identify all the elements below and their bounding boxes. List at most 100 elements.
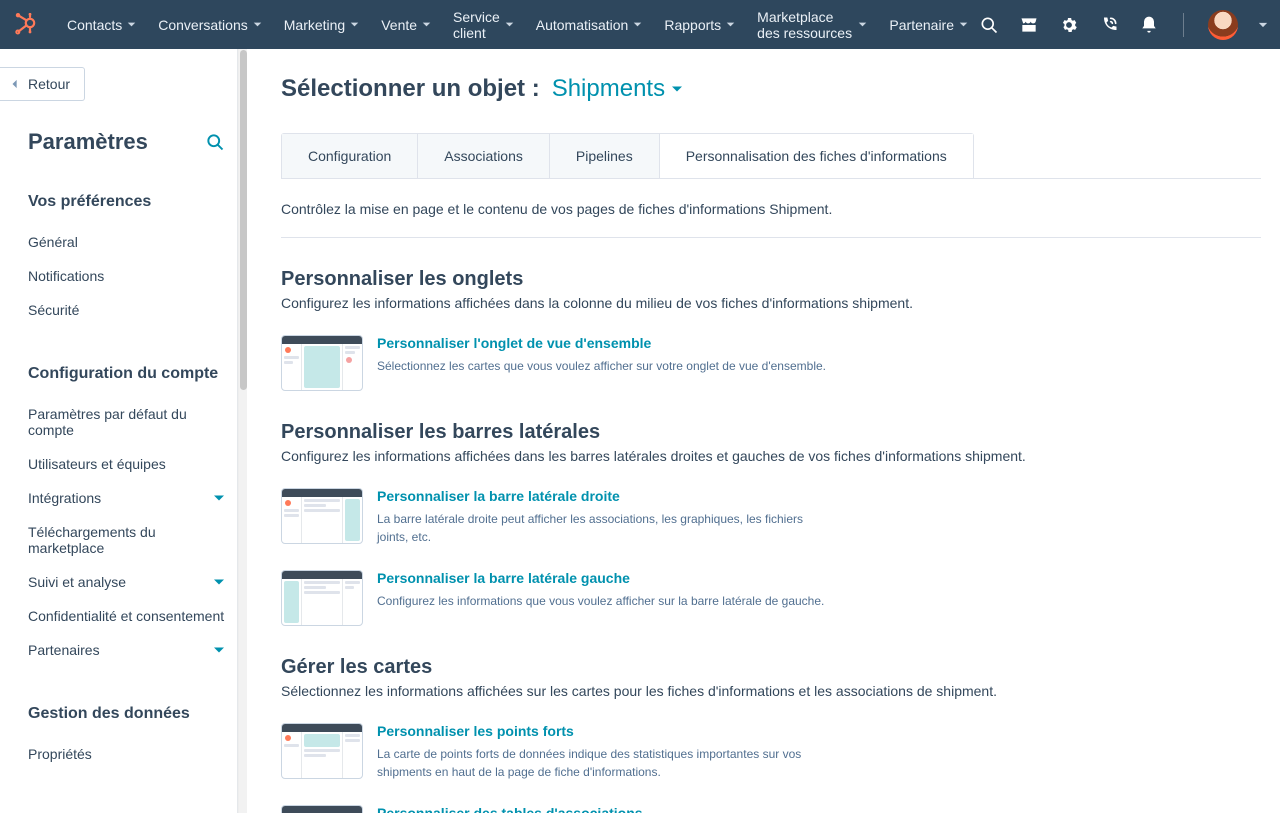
sidebar-item-label: Sécurité: [28, 302, 79, 318]
sidebar-item[interactable]: Téléchargements du marketplace: [28, 515, 225, 565]
sidebar-item[interactable]: Général: [28, 225, 225, 259]
sidebar-item-label: Utilisateurs et équipes: [28, 456, 166, 472]
tab-0[interactable]: Configuration: [282, 134, 418, 178]
chevron-down-icon: [350, 20, 359, 29]
section: Gérer les cartes Sélectionnez les informa…: [281, 656, 1261, 813]
bell-icon[interactable]: [1139, 15, 1159, 35]
card-thumbnail: [281, 805, 363, 813]
nav-item-1[interactable]: Conversations: [147, 9, 273, 41]
nav-item-7[interactable]: Marketplace des ressources: [746, 9, 878, 41]
divider: [281, 237, 1261, 238]
sidebar-item-label: Confidentialité et consentement: [28, 608, 224, 624]
tabs-container: ConfigurationAssociationsPipelinesPerson…: [281, 133, 1261, 179]
sidebar-item[interactable]: Partenaires: [28, 633, 225, 667]
chevron-down-icon: [422, 20, 431, 29]
chevron-down-icon: [959, 20, 968, 29]
nav-item-6[interactable]: Rapports: [653, 9, 746, 41]
sidebar-item[interactable]: Intégrations: [28, 481, 225, 515]
sidebar-item[interactable]: Sécurité: [28, 293, 225, 327]
section-title: Gérer les cartes: [281, 656, 1261, 679]
sidebar-search-icon[interactable]: [205, 132, 225, 152]
card-link[interactable]: Personnaliser les points forts: [377, 723, 837, 739]
sidebar-item[interactable]: Confidentialité et consentement: [28, 599, 225, 633]
nav-items: ContactsConversationsMarketingVenteServi…: [56, 9, 979, 41]
section-description: Configurez les informations affichées da…: [281, 448, 1261, 464]
sidebar-item-label: Paramètres par défaut du compte: [28, 406, 225, 438]
tab-3[interactable]: Personnalisation des fiches d'informatio…: [660, 134, 973, 178]
object-select-label: Sélectionner un objet :: [281, 75, 540, 103]
sidebar-item-label: Général: [28, 234, 78, 250]
object-selector: Sélectionner un objet : Shipments: [281, 75, 1280, 103]
card-description: La carte de points forts de données indi…: [377, 745, 837, 781]
account-chevron-icon[interactable]: [1258, 20, 1268, 30]
card-description: Configurez les informations que vous vou…: [377, 592, 824, 610]
section-title: Personnaliser les barres latérales: [281, 421, 1261, 444]
card-description: La barre latérale droite peut afficher l…: [377, 510, 837, 546]
settings-sidebar: Retour Paramètres Vos préférencesGénéral…: [0, 49, 238, 813]
marketplace-icon[interactable]: [1019, 15, 1039, 35]
sidebar-title: Paramètres: [28, 129, 148, 155]
sidebar-item[interactable]: Paramètres par défaut du compte: [28, 397, 225, 447]
chevron-down-icon: [213, 644, 225, 656]
page-description: Contrôlez la mise en page et le contenu …: [281, 201, 1201, 217]
chevron-down-icon: [213, 492, 225, 504]
card-thumbnail: [281, 723, 363, 779]
option-card: Personnaliser la barre latérale gauche Co…: [281, 570, 1261, 626]
sidebar-group-title: Configuration du compte: [28, 365, 225, 383]
nav-item-2[interactable]: Marketing: [273, 9, 370, 41]
hubspot-logo-icon[interactable]: [14, 13, 38, 37]
user-avatar[interactable]: [1208, 10, 1238, 40]
chevron-down-icon: [505, 20, 514, 29]
card-link[interactable]: Personnaliser la barre latérale gauche: [377, 570, 824, 586]
section: Personnaliser les barres latérales Config…: [281, 421, 1261, 626]
sidebar-item-label: Suivi et analyse: [28, 574, 126, 590]
nav-item-4[interactable]: Service client: [442, 9, 525, 41]
sidebar-item-label: Partenaires: [28, 642, 100, 658]
chevron-down-icon: [127, 20, 136, 29]
section-description: Sélectionnez les informations affichées …: [281, 683, 1261, 699]
object-select-value[interactable]: Shipments: [552, 75, 683, 103]
chevron-down-icon: [726, 20, 735, 29]
sidebar-item-label: Téléchargements du marketplace: [28, 524, 225, 556]
tab-1[interactable]: Associations: [418, 134, 550, 178]
option-card: Personnaliser des tables d'associationsS…: [281, 805, 1261, 813]
card-description: Sélectionnez les cartes que vous voulez …: [377, 357, 826, 375]
option-card: Personnaliser l'onglet de vue d'ensemble…: [281, 335, 1261, 391]
search-icon[interactable]: [979, 15, 999, 35]
card-link[interactable]: Personnaliser l'onglet de vue d'ensemble: [377, 335, 826, 351]
sidebar-item[interactable]: Utilisateurs et équipes: [28, 447, 225, 481]
chevron-left-icon: [10, 79, 20, 89]
nav-item-3[interactable]: Vente: [370, 9, 442, 41]
section-title: Personnaliser les onglets: [281, 268, 1261, 291]
nav-item-5[interactable]: Automatisation: [525, 9, 654, 41]
nav-right: [979, 10, 1268, 40]
card-thumbnail: [281, 488, 363, 544]
gear-icon[interactable]: [1059, 15, 1079, 35]
chevron-down-icon: [633, 20, 642, 29]
sidebar-group-title: Gestion des données: [28, 705, 225, 723]
tab-2[interactable]: Pipelines: [550, 134, 660, 178]
option-card: Personnaliser les points forts La carte d…: [281, 723, 1261, 781]
top-nav: ContactsConversationsMarketingVenteServi…: [0, 0, 1280, 49]
sidebar-item[interactable]: Suivi et analyse: [28, 565, 225, 599]
option-card: Personnaliser la barre latérale droite La…: [281, 488, 1261, 546]
chevron-down-icon: [671, 83, 683, 95]
nav-item-0[interactable]: Contacts: [56, 9, 147, 41]
sidebar-item[interactable]: Notifications: [28, 259, 225, 293]
phone-icon[interactable]: [1099, 15, 1119, 35]
chevron-down-icon: [253, 20, 262, 29]
section-description: Configurez les informations affichées da…: [281, 295, 1261, 311]
sidebar-item[interactable]: Propriétés: [28, 737, 225, 771]
sidebar-scrollbar[interactable]: [238, 49, 247, 813]
chevron-down-icon: [213, 576, 225, 588]
main-content: Sélectionner un objet : Shipments Config…: [247, 49, 1280, 813]
sidebar-item-label: Intégrations: [28, 490, 101, 506]
section: Personnaliser les onglets Configurez les …: [281, 268, 1261, 391]
card-link[interactable]: Personnaliser des tables d'associations: [377, 805, 837, 813]
nav-item-8[interactable]: Partenaire: [878, 9, 979, 41]
nav-divider: [1183, 13, 1184, 37]
card-link[interactable]: Personnaliser la barre latérale droite: [377, 488, 837, 504]
back-button-label: Retour: [28, 76, 70, 92]
back-button[interactable]: Retour: [0, 67, 85, 101]
sidebar-item-label: Notifications: [28, 268, 104, 284]
